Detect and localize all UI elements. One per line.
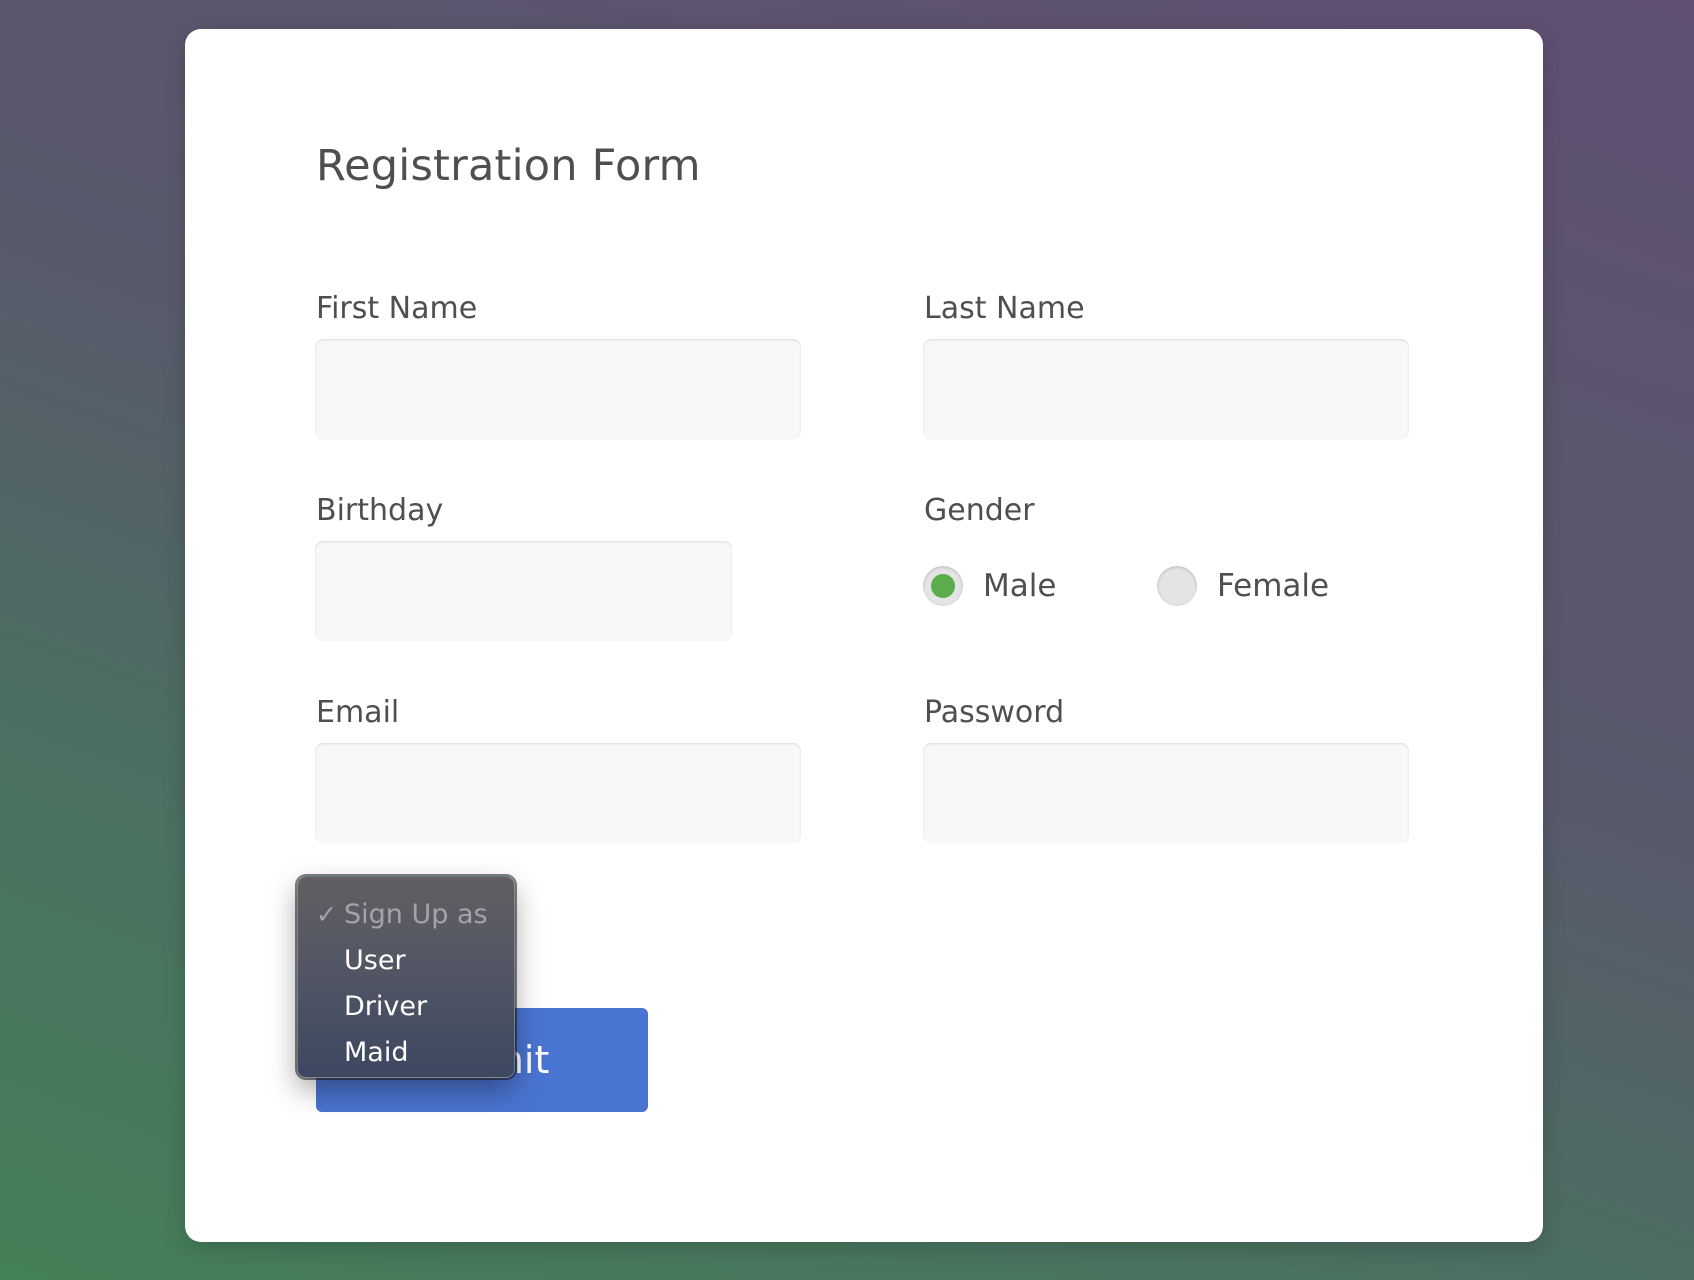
menu-option-label: User — [344, 944, 406, 976]
gender-radio-female[interactable]: Female — [1157, 564, 1329, 608]
radio-selected-icon — [923, 566, 963, 606]
menu-option-sign-up-as: ✓ Sign Up as — [298, 891, 514, 937]
gender-label: Gender — [924, 493, 1035, 528]
email-input[interactable] — [315, 743, 801, 843]
menu-option-label: Sign Up as — [344, 898, 488, 930]
menu-option-driver[interactable]: Driver — [298, 983, 514, 1029]
radio-unselected-icon — [1157, 566, 1197, 606]
last-name-input[interactable] — [923, 339, 1409, 439]
birthday-input[interactable] — [315, 541, 732, 641]
menu-option-label: Driver — [344, 990, 428, 1022]
gender-radio-female-label: Female — [1217, 568, 1330, 604]
radio-dot — [931, 574, 955, 598]
gender-radio-male[interactable]: Male — [923, 564, 1056, 608]
checkmark-icon: ✓ — [316, 899, 337, 929]
signup-as-dropdown-menu[interactable]: ✓ Sign Up as User Driver Maid — [297, 876, 515, 1078]
email-label: Email — [316, 695, 400, 730]
password-label: Password — [924, 695, 1065, 730]
page-title: Registration Form — [316, 141, 701, 191]
gender-radio-male-label: Male — [983, 568, 1057, 604]
menu-option-user[interactable]: User — [298, 937, 514, 983]
menu-option-label: Maid — [344, 1036, 409, 1068]
menu-option-maid[interactable]: Maid — [298, 1029, 514, 1075]
first-name-label: First Name — [316, 291, 478, 326]
password-input[interactable] — [923, 743, 1409, 843]
birthday-label: Birthday — [316, 493, 444, 528]
last-name-label: Last Name — [924, 291, 1085, 326]
registration-card: Registration Form First Name Last Name B… — [185, 29, 1543, 1242]
first-name-input[interactable] — [315, 339, 801, 439]
